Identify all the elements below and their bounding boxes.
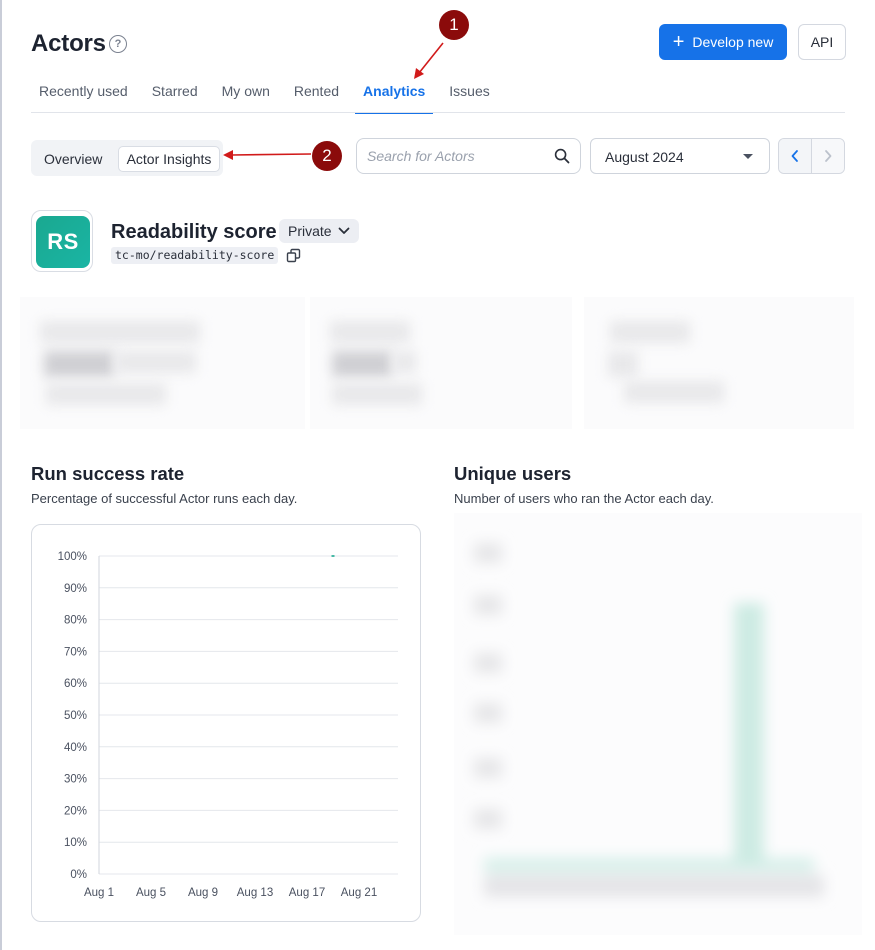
- plus-icon: +: [672, 31, 685, 53]
- month-navigation: [778, 138, 845, 174]
- stat-card-blurred: [584, 297, 854, 429]
- y-tick-label: 100%: [58, 551, 87, 563]
- chevron-down-icon: [338, 227, 349, 234]
- y-tick-label: 60%: [64, 678, 87, 690]
- overview-toggle[interactable]: Overview: [44, 151, 102, 167]
- actor-slug: tc-mo/readability-score: [111, 247, 279, 264]
- chevron-left-icon: [791, 150, 798, 162]
- visibility-label: Private: [288, 223, 332, 239]
- api-button[interactable]: API: [798, 24, 846, 60]
- y-tick-label: 50%: [64, 710, 87, 722]
- run-success-subtitle: Percentage of successful Actor runs each…: [31, 491, 298, 506]
- next-month-button[interactable]: [812, 139, 844, 173]
- annotation-marker-1: 1: [439, 10, 469, 40]
- copy-icon[interactable]: [286, 248, 301, 263]
- y-tick-label: 30%: [64, 774, 87, 786]
- chevron-down-icon: [743, 154, 753, 159]
- run-success-title: Run success rate: [31, 463, 185, 484]
- tab-starred[interactable]: Starred: [144, 83, 206, 113]
- tab-rented[interactable]: Rented: [286, 83, 347, 113]
- run-success-chart-card: 0% 10% 20% 30% 40% 50% 60% 70% 80% 90% 100% Aug 1 Au…: [31, 524, 421, 922]
- actor-insights-toggle[interactable]: Actor Insights: [118, 146, 220, 172]
- x-tick-label: Aug 9: [188, 887, 218, 899]
- actor-tabs: Recently used Starred My own Rented Anal…: [31, 83, 506, 114]
- month-select[interactable]: August 2024: [590, 138, 770, 174]
- tabs-divider: [31, 112, 845, 113]
- x-tick-label: Aug 1: [84, 887, 114, 899]
- develop-new-button[interactable]: + Develop new: [659, 24, 787, 60]
- y-tick-label: 10%: [64, 837, 87, 849]
- previous-month-button[interactable]: [779, 139, 812, 173]
- develop-new-label: Develop new: [692, 34, 774, 50]
- y-tick-label: 90%: [64, 583, 87, 595]
- x-tick-label: Aug 13: [237, 887, 273, 899]
- chevron-right-icon: [825, 150, 832, 162]
- window-edge: [0, 0, 2, 950]
- tab-recently-used[interactable]: Recently used: [31, 83, 136, 113]
- tab-my-own[interactable]: My own: [214, 83, 278, 113]
- actor-name: Readability score: [111, 221, 277, 243]
- x-tick-label: Aug 5: [136, 887, 166, 899]
- run-success-chart: 0% 10% 20% 30% 40% 50% 60% 70% 80% 90% 100% Aug 1 Au…: [58, 551, 398, 899]
- unique-users-title: Unique users: [454, 463, 572, 484]
- y-tick-label: 20%: [64, 805, 87, 817]
- unique-users-chart-blurred: [454, 513, 862, 935]
- stat-card-blurred: [20, 297, 305, 429]
- y-tick-label: 70%: [64, 646, 87, 658]
- stat-card-blurred: [310, 297, 572, 429]
- y-tick-label: 0%: [70, 869, 87, 881]
- search-input[interactable]: [367, 147, 547, 165]
- x-tick-label: Aug 17: [289, 887, 325, 899]
- visibility-badge[interactable]: Private: [279, 219, 359, 243]
- month-value: August 2024: [605, 149, 684, 165]
- y-tick-label: 80%: [64, 615, 87, 627]
- annotation-marker-2: 2: [312, 141, 342, 171]
- actor-avatar: RS: [36, 216, 90, 268]
- y-tick-label: 40%: [64, 742, 87, 754]
- page-title: Actors: [31, 30, 106, 57]
- x-tick-label: Aug 21: [341, 887, 377, 899]
- search-icon[interactable]: [554, 148, 570, 164]
- unique-users-subtitle: Number of users who ran the Actor each d…: [454, 491, 714, 506]
- tab-issues[interactable]: Issues: [441, 83, 497, 113]
- search-field[interactable]: [356, 138, 581, 174]
- help-icon[interactable]: ?: [109, 35, 127, 53]
- tab-analytics[interactable]: Analytics: [355, 83, 434, 114]
